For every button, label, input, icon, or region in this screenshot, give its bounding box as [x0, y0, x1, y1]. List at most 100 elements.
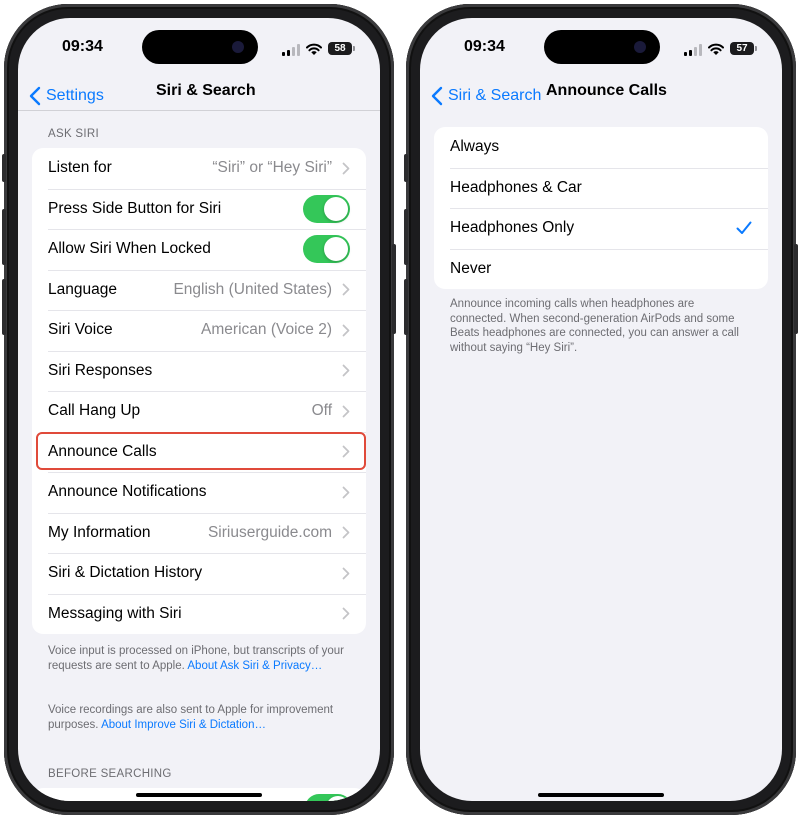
- section-header-before-searching: BEFORE SEARCHING: [48, 768, 172, 780]
- row-label: Siri Voice: [48, 321, 113, 339]
- back-button[interactable]: Settings: [28, 74, 104, 118]
- announce-calls-highlight: [36, 432, 366, 470]
- chevron-right-icon: [342, 405, 350, 418]
- volume-down-button: [2, 279, 6, 335]
- row-my-information[interactable]: My Information Siriuserguide.com: [32, 512, 366, 554]
- chevron-right-icon: [342, 364, 350, 377]
- row-language[interactable]: Language English (United States): [32, 269, 366, 311]
- battery-icon: 58: [328, 42, 355, 55]
- status-time: 09:34: [464, 38, 505, 55]
- wifi-icon: [306, 43, 322, 55]
- announce-calls-options: Always Headphones & Car Headphones Only …: [434, 127, 768, 289]
- toggle-knob: [324, 237, 348, 262]
- row-label: Siri & Dictation History: [48, 564, 203, 582]
- option-label: Headphones Only: [450, 219, 575, 237]
- row-siri-responses[interactable]: Siri Responses: [32, 350, 366, 392]
- about-improve-siri-link[interactable]: About Improve Siri & Dictation…: [101, 719, 266, 731]
- status-time: 09:34: [62, 38, 103, 55]
- back-label: Settings: [46, 87, 104, 104]
- chevron-right-icon: [342, 607, 350, 620]
- status-bar: 09:34 57: [420, 18, 782, 74]
- row-siri-voice[interactable]: Siri Voice American (Voice 2): [32, 310, 366, 351]
- option-headphones-car[interactable]: Headphones & Car: [434, 167, 768, 209]
- row-announce-notifications[interactable]: Announce Notifications: [32, 472, 366, 513]
- row-label: My Information: [48, 523, 151, 541]
- row-label: Call Hang Up: [48, 402, 141, 420]
- row-label: Messaging with Siri: [48, 604, 182, 622]
- row-value: English (United States): [173, 280, 332, 298]
- row-label: Siri Responses: [48, 361, 153, 379]
- dynamic-island: [142, 30, 258, 64]
- option-always[interactable]: Always: [434, 127, 768, 168]
- row-label: Announce Notifications: [48, 483, 207, 501]
- about-ask-siri-link[interactable]: About Ask Siri & Privacy…: [187, 660, 322, 672]
- row-label: Listen for: [48, 159, 112, 177]
- wifi-icon: [708, 43, 724, 55]
- row-value: Off: [311, 402, 332, 420]
- page-title: Siri & Search: [156, 82, 256, 99]
- action-button: [404, 154, 408, 182]
- side-button: [392, 244, 396, 334]
- option-label: Never: [450, 259, 492, 277]
- row-label: Press Side Button for Siri: [48, 199, 222, 217]
- show-suggestions-toggle[interactable]: [305, 794, 352, 801]
- chevron-right-icon: [342, 283, 350, 296]
- back-label: Siri & Search: [448, 87, 542, 104]
- volume-up-button: [404, 209, 408, 265]
- volume-down-button: [404, 279, 408, 335]
- row-press-side-button: Press Side Button for Siri: [32, 188, 366, 230]
- screen-announce-calls: 09:34 57 Siri & Search Announce Calls Al…: [420, 18, 782, 801]
- row-messaging-with-siri[interactable]: Messaging with Siri: [32, 593, 366, 635]
- announce-calls-footer: Announce incoming calls when headphones …: [450, 298, 739, 354]
- toggle-knob: [326, 796, 350, 801]
- volume-up-button: [2, 209, 6, 265]
- screen-siri-search: 09:34 58 Settings Siri & Search ASK SIRI…: [18, 18, 380, 801]
- nav-divider: [18, 110, 380, 111]
- camera-icon: [634, 41, 646, 53]
- side-button: [794, 244, 798, 334]
- improve-siri-footer: Voice recordings are also sent to Apple …: [48, 703, 348, 732]
- action-button: [2, 154, 6, 182]
- option-headphones-only[interactable]: Headphones Only: [434, 208, 768, 249]
- camera-icon: [232, 41, 244, 53]
- ask-siri-list: Listen for “Siri” or “Hey Siri” Press Si…: [32, 148, 366, 634]
- phone-left: 09:34 58 Settings Siri & Search ASK SIRI…: [2, 4, 396, 815]
- row-listen-for[interactable]: Listen for “Siri” or “Hey Siri”: [32, 148, 366, 189]
- checkmark-icon: [736, 221, 752, 235]
- ask-siri-footer: Voice input is processed on iPhone, but …: [48, 644, 348, 673]
- row-value: “Siri” or “Hey Siri”: [212, 159, 332, 177]
- option-label: Always: [450, 138, 500, 156]
- navigation-bar: Siri & Search Announce Calls: [420, 74, 782, 118]
- status-bar: 09:34 58: [18, 18, 380, 74]
- chevron-left-icon: [431, 86, 443, 106]
- row-call-hang-up[interactable]: Call Hang Up Off: [32, 391, 366, 432]
- row-label: Allow Siri When Locked: [48, 240, 211, 258]
- phone-right: 09:34 57 Siri & Search Announce Calls Al…: [404, 4, 798, 815]
- chevron-right-icon: [342, 324, 350, 337]
- row-label: Language: [48, 280, 117, 298]
- navigation-bar: Settings Siri & Search: [18, 74, 380, 118]
- row-value: American (Voice 2): [201, 321, 332, 339]
- option-never[interactable]: Never: [434, 248, 768, 290]
- chevron-right-icon: [342, 567, 350, 580]
- dynamic-island: [544, 30, 660, 64]
- chevron-right-icon: [342, 162, 350, 175]
- section-header-ask-siri: ASK SIRI: [48, 128, 99, 140]
- allow-siri-locked-toggle[interactable]: [303, 235, 350, 264]
- home-indicator[interactable]: [538, 793, 664, 797]
- chevron-right-icon: [342, 486, 350, 499]
- toggle: [305, 794, 352, 801]
- page-title: Announce Calls: [546, 82, 667, 99]
- battery-icon: 57: [730, 42, 757, 55]
- cellular-signal-icon: [282, 44, 300, 56]
- chevron-right-icon: [342, 526, 350, 539]
- row-siri-dictation-history[interactable]: Siri & Dictation History: [32, 553, 366, 594]
- chevron-left-icon: [29, 86, 41, 106]
- press-side-button-toggle[interactable]: [303, 194, 350, 223]
- toggle-knob: [324, 196, 348, 221]
- row-value: Siriuserguide.com: [207, 523, 332, 541]
- row-allow-siri-locked: Allow Siri When Locked: [32, 229, 366, 270]
- cellular-signal-icon: [684, 44, 702, 56]
- home-indicator[interactable]: [136, 793, 262, 797]
- back-button[interactable]: Siri & Search: [430, 74, 541, 118]
